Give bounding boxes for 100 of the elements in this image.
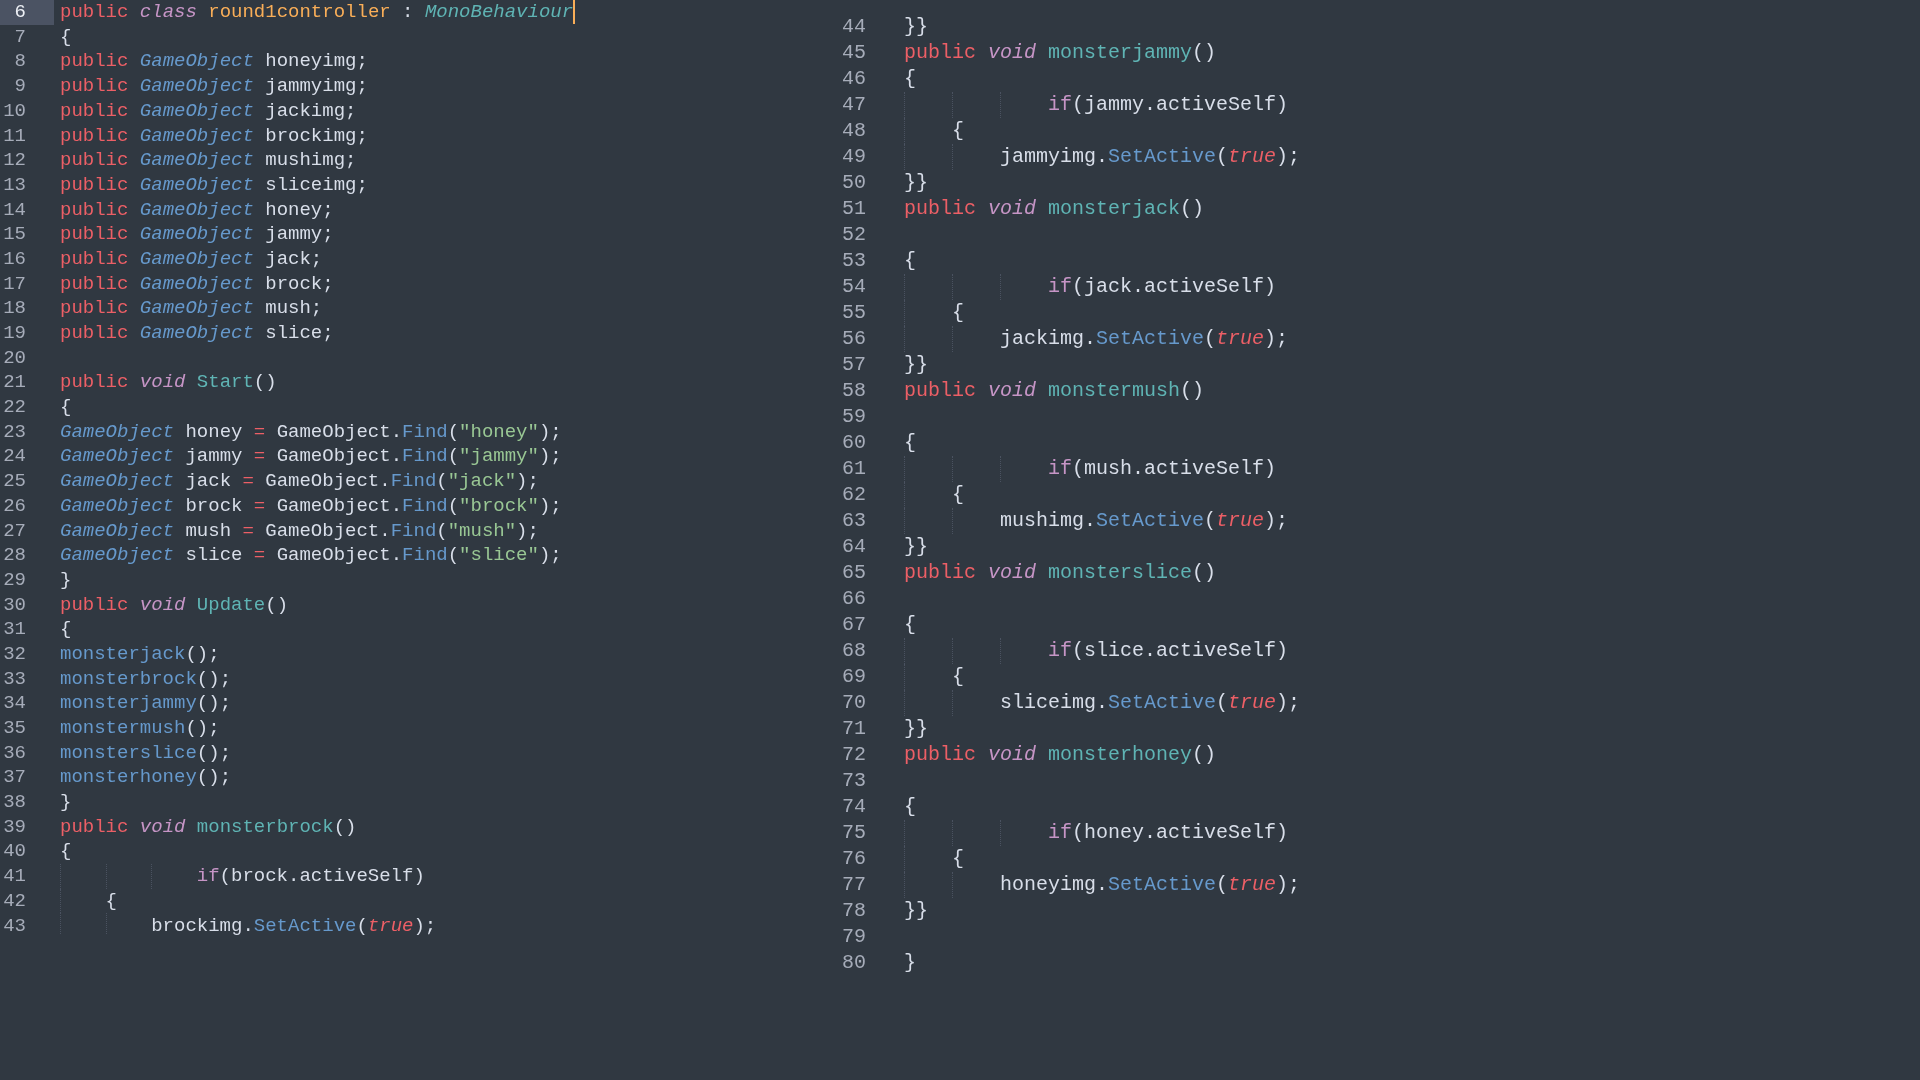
line-number: 63 (841, 508, 866, 534)
code-line: { (60, 24, 72, 50)
code-line: GameObject honey = GameObject.Find("honey"); (60, 419, 562, 445)
code-line: public void monsterhoney() (904, 742, 1217, 768)
code-line: { (904, 482, 964, 508)
line-number: 69 (841, 664, 866, 690)
code-line: if(brock.activeSelf) (60, 864, 425, 889)
line-number: 59 (841, 404, 866, 430)
code-line: public void monsterbrock() (60, 814, 357, 840)
line-number: 12 (2, 148, 27, 173)
line-number: 17 (2, 271, 27, 297)
code-line: { (904, 300, 964, 326)
line-number: 23 (2, 419, 27, 445)
line-number: 43 (2, 913, 27, 935)
code-line: { (904, 430, 916, 456)
line-number: 61 (841, 456, 866, 482)
line-number: 9 (13, 74, 27, 99)
code-line: public GameObject slice; (60, 321, 334, 346)
line-number: 30 (2, 592, 27, 618)
code-line: if(honey.activeSelf) (904, 820, 1289, 846)
code-line: { (904, 248, 916, 274)
code-line: public void monstermush() (904, 378, 1205, 404)
line-number: 38 (2, 790, 27, 815)
line-number: 52 (841, 222, 866, 248)
code-line: { (60, 617, 72, 642)
code-line: { (904, 66, 916, 92)
line-number: 34 (2, 691, 27, 716)
line-number: 76 (841, 846, 866, 872)
code-line: public GameObject jammy; (60, 222, 334, 247)
code-line: GameObject brock = GameObject.Find("brock"); (60, 493, 562, 519)
line-number: 29 (2, 567, 27, 593)
code-line: public GameObject jack; (60, 246, 323, 272)
line-number: 39 (2, 814, 27, 840)
line-number: 33 (2, 666, 27, 692)
code-line: public GameObject mush; (60, 296, 323, 321)
code-line: if(jammy.activeSelf) (904, 92, 1289, 118)
line-number: 45 (841, 40, 866, 66)
line-number: 57 (841, 352, 866, 378)
code-line: GameObject jack = GameObject.Find("jack"); (60, 469, 539, 494)
code-line: public void monsterslice() (904, 560, 1217, 586)
code-line: monstermush(); (60, 716, 220, 741)
code-line: public void monsterjammy() (904, 40, 1217, 66)
code-line: }} (904, 534, 928, 560)
code-line: monsterbrock(); (60, 666, 232, 692)
line-number: 25 (2, 469, 27, 494)
line-number: 28 (2, 543, 27, 568)
code-line: public class round1controller : MonoBehaviour (60, 0, 576, 25)
line-number: 78 (841, 898, 866, 924)
code-line: monsterhoney(); (60, 765, 232, 790)
code-line: { (904, 794, 916, 820)
code-line: { (904, 664, 964, 690)
code-line: public GameObject honey; (60, 197, 334, 223)
line-number: 18 (2, 296, 27, 321)
code-line: GameObject jammy = GameObject.Find("jammy"); (60, 444, 562, 470)
code-line: mushimg.SetActive(true); (904, 508, 1289, 534)
code-line: public GameObject jackimg; (60, 98, 357, 124)
line-number: 16 (2, 246, 27, 272)
line-number: 46 (841, 66, 866, 92)
line-number: 42 (2, 888, 27, 914)
code-line: { (904, 846, 964, 872)
line-number: 51 (841, 196, 866, 222)
code-line: public GameObject honeyimg; (60, 49, 368, 75)
line-number: 36 (2, 740, 27, 766)
line-number: 68 (841, 638, 866, 664)
code-line: sliceimg.SetActive(true); (904, 690, 1301, 716)
line-number: 7 (13, 24, 27, 50)
code-line: public void monsterjack() (904, 196, 1205, 222)
line-number: 80 (841, 950, 866, 976)
line-number: 65 (841, 560, 866, 586)
line-number: 44 (841, 14, 866, 40)
code-line: public GameObject brockimg; (60, 123, 368, 149)
line-number: 27 (2, 518, 27, 544)
line-number: 74 (841, 794, 866, 820)
line-number: 22 (2, 395, 27, 420)
code-line: { (60, 888, 117, 914)
code-line: GameObject slice = GameObject.Find("slice"); (60, 543, 562, 568)
text-cursor (573, 0, 576, 25)
line-number: 31 (2, 617, 27, 642)
code-line: monsterjack(); (60, 641, 220, 667)
line-number: 10 (2, 98, 27, 124)
code-line: jackimg.SetActive(true); (904, 326, 1289, 352)
line-number: 72 (841, 742, 866, 768)
code-line: { (904, 612, 916, 638)
line-number: 8 (13, 49, 27, 75)
line-number: 11 (2, 123, 27, 149)
line-number: 15 (2, 222, 27, 247)
code-line: } (904, 950, 916, 976)
line-number: 19 (2, 321, 27, 346)
line-number: 67 (841, 612, 866, 638)
line-number: 49 (841, 144, 866, 170)
code-line: }} (904, 170, 928, 196)
code-line: } (60, 567, 72, 593)
line-number: 58 (841, 378, 866, 404)
line-number: 14 (2, 197, 27, 223)
line-number: 6 (0, 0, 54, 25)
line-number: 66 (841, 586, 866, 612)
code-line: honeyimg.SetActive(true); (904, 872, 1301, 898)
code-line: public GameObject brock; (60, 271, 334, 297)
line-number: 54 (841, 274, 866, 300)
line-number: 48 (841, 118, 866, 144)
